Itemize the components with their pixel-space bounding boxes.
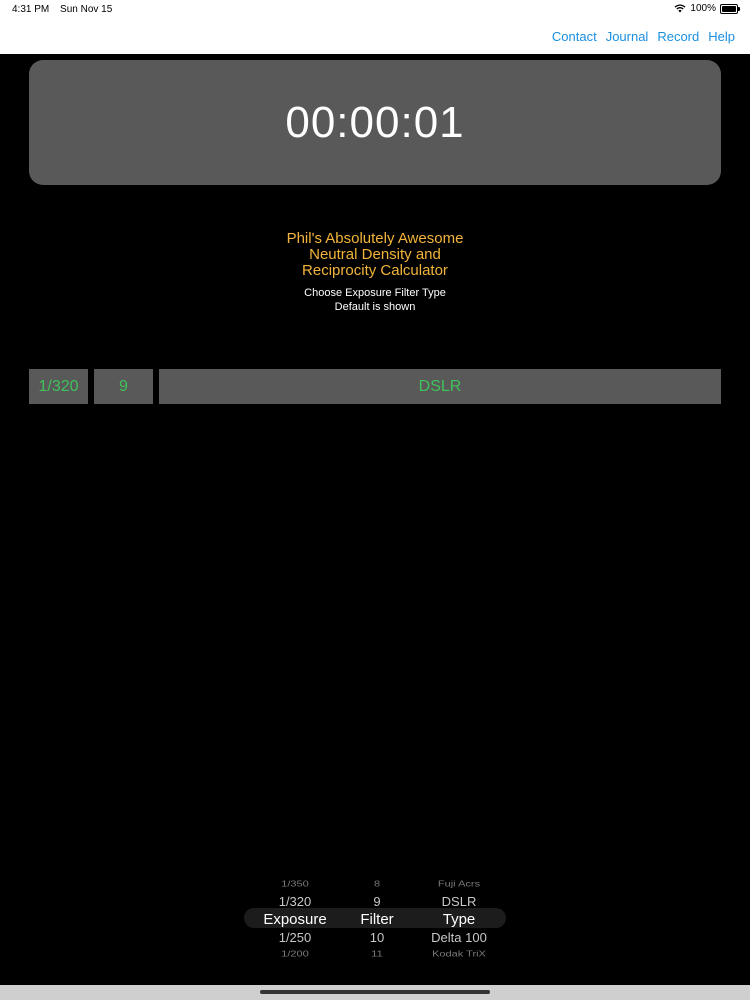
filter-field[interactable]: 9 [94,369,153,404]
picker-column-type[interactable]: Fuji Acrs DSLR Type Delta 100 Kodak TriX [404,876,514,963]
picker-wheel[interactable]: 1/350 1/320 Exposure 1/250 1/200 8 9 Fil… [244,876,506,959]
type-field[interactable]: DSLR [159,369,721,404]
status-left: 4:31 PM Sun Nov 15 [12,4,120,15]
nav-help[interactable]: Help [708,29,735,44]
nav-contact[interactable]: Contact [552,29,597,44]
exposure-field[interactable]: 1/320 [29,369,88,404]
picker-row[interactable]: Kodak TriX [404,948,514,961]
status-time: 4:31 PM [12,4,50,15]
battery-percent: 100% [690,3,716,14]
battery-icon [720,3,740,14]
instructions: Choose Exposure Filter Type Default is s… [0,286,750,314]
top-nav: Contact Journal Record Help [552,29,735,44]
picker-row[interactable]: Fuji Acrs [404,878,514,891]
status-date: Sun Nov 15 [60,4,113,15]
timer-display[interactable]: 00:00:01 [29,60,721,185]
app-title-line1: Phil's Absolutely Awesome [286,230,464,247]
instructions-line1: Choose Exposure Filter Type [304,287,446,299]
picker-row[interactable]: DSLR [404,893,514,910]
status-right: 100% [674,3,740,14]
nav-journal[interactable]: Journal [606,29,649,44]
picker-row[interactable]: Delta 100 [404,929,514,946]
wifi-icon [674,4,686,13]
home-bar [0,985,750,1000]
picker-row-selected[interactable]: Type [404,910,514,929]
app-title: Phil's Absolutely Awesome Neutral Densit… [0,231,750,279]
app-title-line3: Reciprocity Calculator [302,262,448,279]
app-title-line2: Neutral Density and [309,246,441,263]
instructions-line2: Default is shown [334,301,416,313]
home-indicator[interactable] [260,990,490,994]
timer-value: 00:00:01 [285,97,465,147]
nav-record[interactable]: Record [657,29,699,44]
status-bar: 4:31 PM Sun Nov 15 100% Contact Journal … [0,0,750,54]
